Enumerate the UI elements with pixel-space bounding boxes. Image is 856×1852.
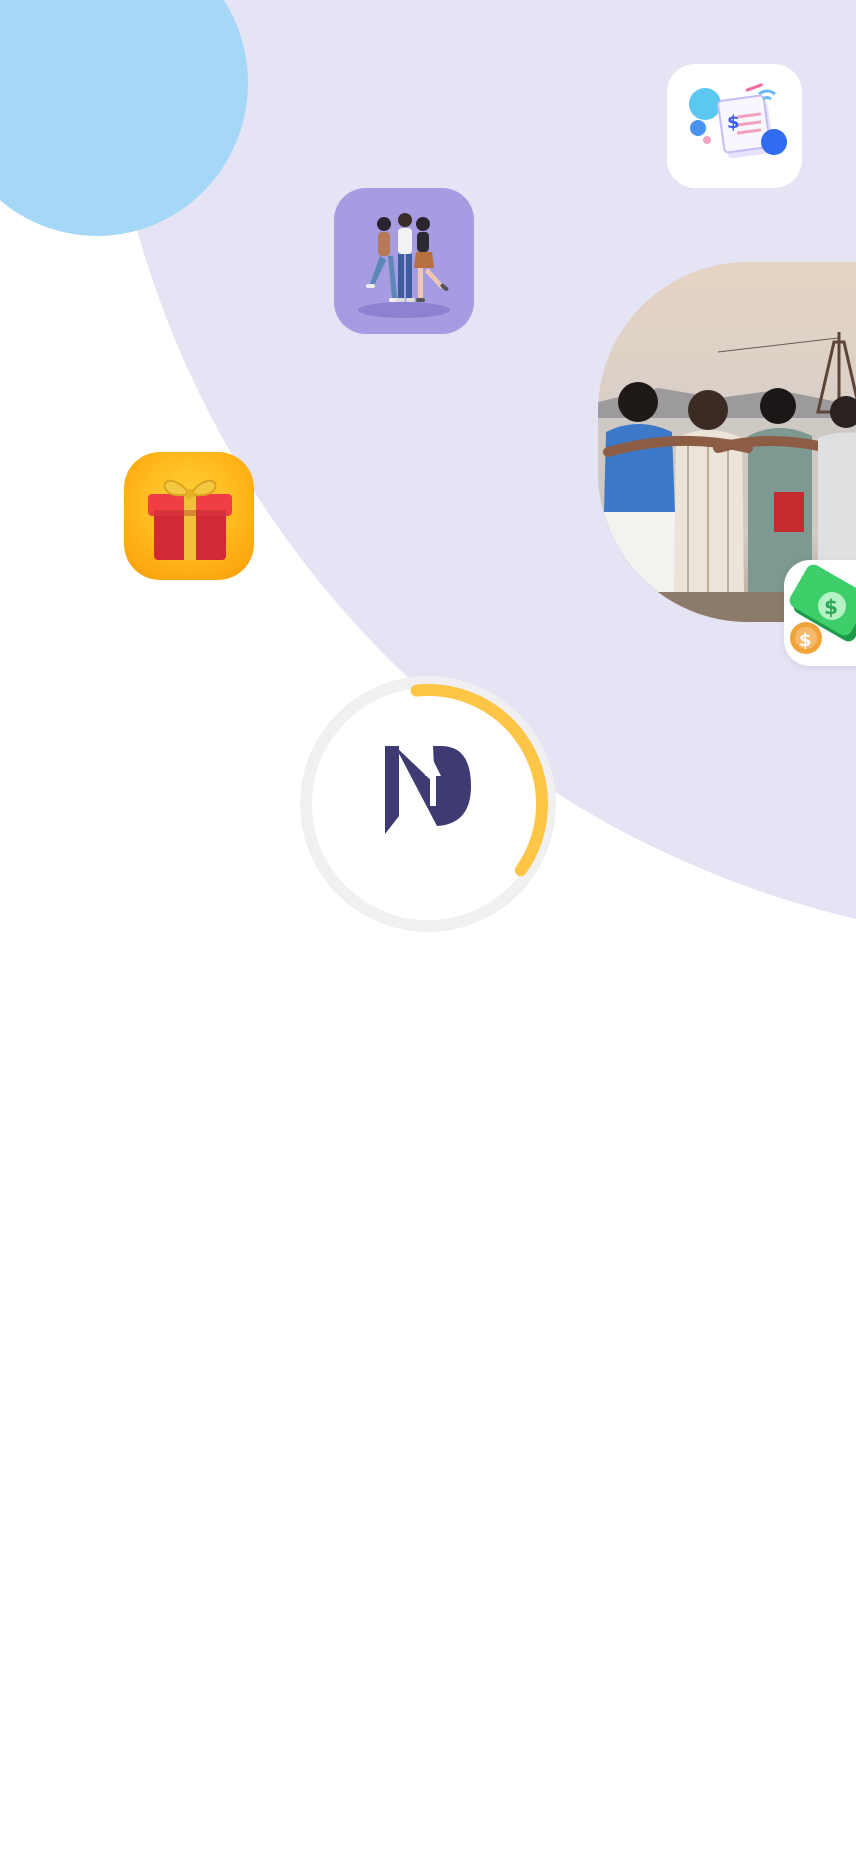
svg-text:$: $ [824,595,838,619]
loading-indicator [297,673,559,935]
bill-receipt-icon: $ [689,83,787,159]
svg-text:$: $ [727,112,740,133]
splash-screen: $ $ $ [0,0,856,1852]
bill-tile: $ [667,64,802,188]
friends-tile [334,188,474,334]
loading-ring [300,676,556,932]
gift-box-icon [148,479,232,560]
cash-money-icon: $ $ [789,564,856,654]
gift-tile [124,452,254,580]
svg-text:$: $ [799,630,812,651]
friends-group-icon [358,213,450,318]
cash-tile: $ $ [784,560,856,666]
